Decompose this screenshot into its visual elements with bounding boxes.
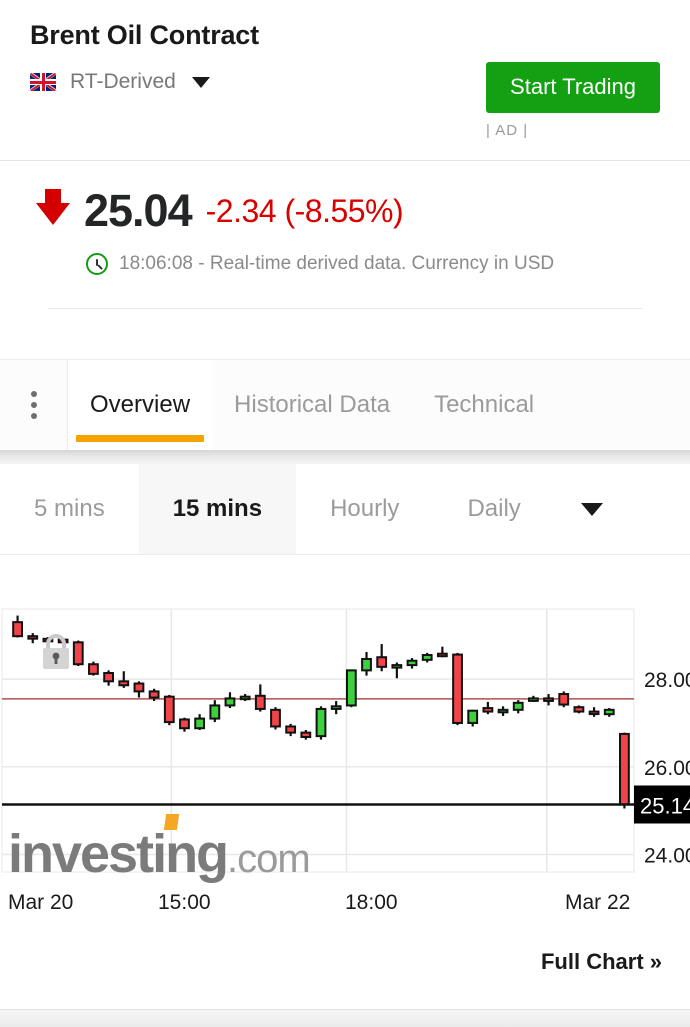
svg-text:28.00: 28.00 <box>644 669 690 692</box>
timeframe-15-mins-label: 15 mins <box>172 495 263 522</box>
svg-text:26.00: 26.00 <box>644 757 690 780</box>
tab-technical-label: Technical <box>434 391 535 418</box>
timestamp-row: 18:06:08 - Real-time derived data. Curre… <box>86 253 660 275</box>
timeframe-5-mins[interactable]: 5 mins <box>0 464 139 554</box>
tab-bar: Overview Historical Data Technical <box>0 360 690 450</box>
timeframe-bar: 5 mins 15 mins Hourly Daily <box>0 464 690 554</box>
xtick-2: 18:00 <box>345 891 398 914</box>
padlock-icon <box>43 634 69 669</box>
xtick-3: Mar 22 <box>565 891 631 914</box>
tab-overview[interactable]: Overview <box>68 360 213 450</box>
timeframe-hourly-label: Hourly <box>330 495 400 522</box>
timeframe-5-mins-label: 5 mins <box>34 495 105 522</box>
timeframe-daily[interactable]: Daily <box>433 464 554 554</box>
tab-historical-data[interactable]: Historical Data <box>212 360 412 450</box>
svg-text:25.14: 25.14 <box>640 793 690 818</box>
arrow-down-icon <box>36 189 70 225</box>
ad-label: | AD | <box>486 122 529 139</box>
tab-historical-data-label: Historical Data <box>234 391 391 418</box>
bottom-strip <box>0 1009 690 1027</box>
page-title: Brent Oil Contract <box>30 20 259 50</box>
start-trading-button[interactable]: Start Trading <box>486 62 660 113</box>
price-row: 25.04 -2.34 (-8.55%) <box>30 185 660 237</box>
tab-technical[interactable]: Technical <box>412 360 556 450</box>
chevron-down-icon <box>580 502 603 516</box>
tab-bar-shadow <box>0 450 690 464</box>
kebab-menu-icon <box>30 391 37 419</box>
timeframe-15-mins[interactable]: 15 mins <box>138 464 297 554</box>
timeframe-hourly[interactable]: Hourly <box>296 464 433 554</box>
xtick-0: Mar 20 <box>8 891 74 914</box>
clock-icon <box>86 253 108 275</box>
quote-divider <box>48 308 642 309</box>
chart-x-axis: Mar 20 15:00 18:00 Mar 22 <box>0 891 690 931</box>
timestamp-text: 18:06:08 - Real-time derived data. Curre… <box>119 253 555 274</box>
timeframe-daily-label: Daily <box>467 495 521 522</box>
svg-text:24.00: 24.00 <box>644 844 690 867</box>
price-change: -2.34 (-8.55%) <box>205 192 404 229</box>
quote-block: 25.04 -2.34 (-8.55%) 18:06:08 - Real-tim… <box>0 161 690 316</box>
uk-flag-icon <box>30 73 56 91</box>
chevron-down-icon[interactable] <box>191 76 210 88</box>
price-chart[interactable]: 28.0026.0024.0025.14 investing .com <box>0 587 690 887</box>
xtick-1: 15:00 <box>158 891 211 914</box>
tab-bar-wrapper: Overview Historical Data Technical <box>0 359 690 464</box>
candlestick-chart-svg[interactable]: 28.00 26.00 24.00 25.14 <box>0 587 690 887</box>
timeframe-more-button[interactable] <box>555 464 629 554</box>
tab-overview-label: Overview <box>90 391 191 418</box>
data-source-label[interactable]: RT-Derived <box>70 70 176 94</box>
header: Brent Oil Contract RT-Derived Start Trad… <box>0 0 690 160</box>
overflow-menu-button[interactable] <box>0 360 68 450</box>
full-chart-link[interactable]: Full Chart » <box>541 949 662 974</box>
ad-container: Start Trading | AD | <box>486 62 660 139</box>
page-root: Brent Oil Contract RT-Derived Start Trad… <box>0 0 690 1027</box>
full-chart-row: Full Chart » <box>0 931 690 975</box>
timeframe-divider <box>0 554 690 555</box>
last-price: 25.04 <box>84 185 193 236</box>
